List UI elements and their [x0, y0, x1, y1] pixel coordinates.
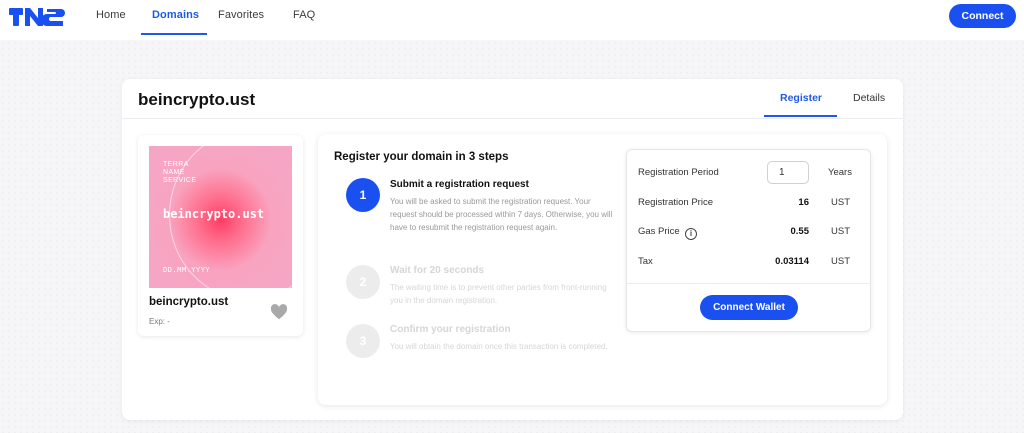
page-title: beincrypto.ust [138, 90, 256, 109]
connect-wallet-button[interactable]: Connect Wallet [700, 295, 798, 320]
step-1-description: You will be asked to submit the registra… [390, 197, 613, 232]
nav-home[interactable]: Home [96, 9, 126, 21]
form-divider [627, 283, 870, 284]
tax-unit: UST [831, 256, 850, 267]
nav-faq[interactable]: FAQ [293, 9, 315, 21]
domain-nft-card: TERRA NAME SERVICE beincrypto.ust DD.MM.… [138, 135, 303, 336]
period-label: Registration Period [638, 167, 719, 178]
price-label: Registration Price [638, 197, 713, 208]
domain-card: beincrypto.ust Register Details TERRA NA… [122, 79, 903, 420]
domain-nft-image: TERRA NAME SERVICE beincrypto.ust DD.MM.… [149, 146, 292, 288]
nft-expiry: Exp: - [149, 317, 170, 326]
gas-value: 0.55 [790, 226, 810, 237]
nav-domains[interactable]: Domains [152, 9, 199, 21]
nft-date: DD.MM.YYYY [163, 266, 211, 274]
tns-logo[interactable] [9, 6, 65, 28]
step-1-number: 1 [346, 178, 380, 212]
nav-favorites[interactable]: Favorites [218, 9, 264, 21]
nav-active-indicator [141, 33, 207, 35]
nft-domain-label: beincrypto.ust [149, 296, 229, 308]
steps-title: Register your domain in 3 steps [334, 151, 509, 163]
info-icon[interactable]: i [685, 228, 697, 240]
heart-icon[interactable] [270, 304, 288, 320]
step-2-description: The waiting time is to prevent other par… [390, 283, 607, 305]
step-3-description: You will obtain the domain once this tra… [390, 342, 608, 351]
registration-form: Registration Period Years Registration P… [626, 149, 871, 332]
step-3-title: Confirm your registration [390, 324, 511, 335]
step-2-title: Wait for 20 seconds [390, 265, 485, 276]
nft-service-text: TERRA NAME SERVICE [163, 161, 197, 184]
registration-steps-card: Register your domain in 3 steps 1 Submit… [318, 134, 887, 405]
period-unit: Years [828, 167, 852, 178]
step-1-title: Submit a registration request [390, 179, 529, 190]
tab-details[interactable]: Details [853, 92, 885, 104]
nft-domain-name: beincrypto.ust [163, 207, 265, 221]
tax-value: 0.03114 [775, 256, 809, 267]
tab-active-indicator [764, 115, 837, 117]
registration-period-input[interactable] [767, 161, 809, 184]
price-unit: UST [831, 197, 850, 208]
tab-register[interactable]: Register [780, 92, 822, 104]
connect-button[interactable]: Connect [949, 4, 1016, 28]
step-3-number: 3 [346, 324, 380, 358]
tax-label: Tax [638, 256, 653, 267]
step-2-number: 2 [346, 265, 380, 299]
price-value: 16 [798, 197, 809, 208]
top-navigation-bar: Home Domains Favorites FAQ Connect [0, 0, 1024, 40]
gas-unit: UST [831, 226, 850, 237]
gas-label: Gas Price [638, 226, 680, 237]
header-divider [122, 118, 903, 119]
